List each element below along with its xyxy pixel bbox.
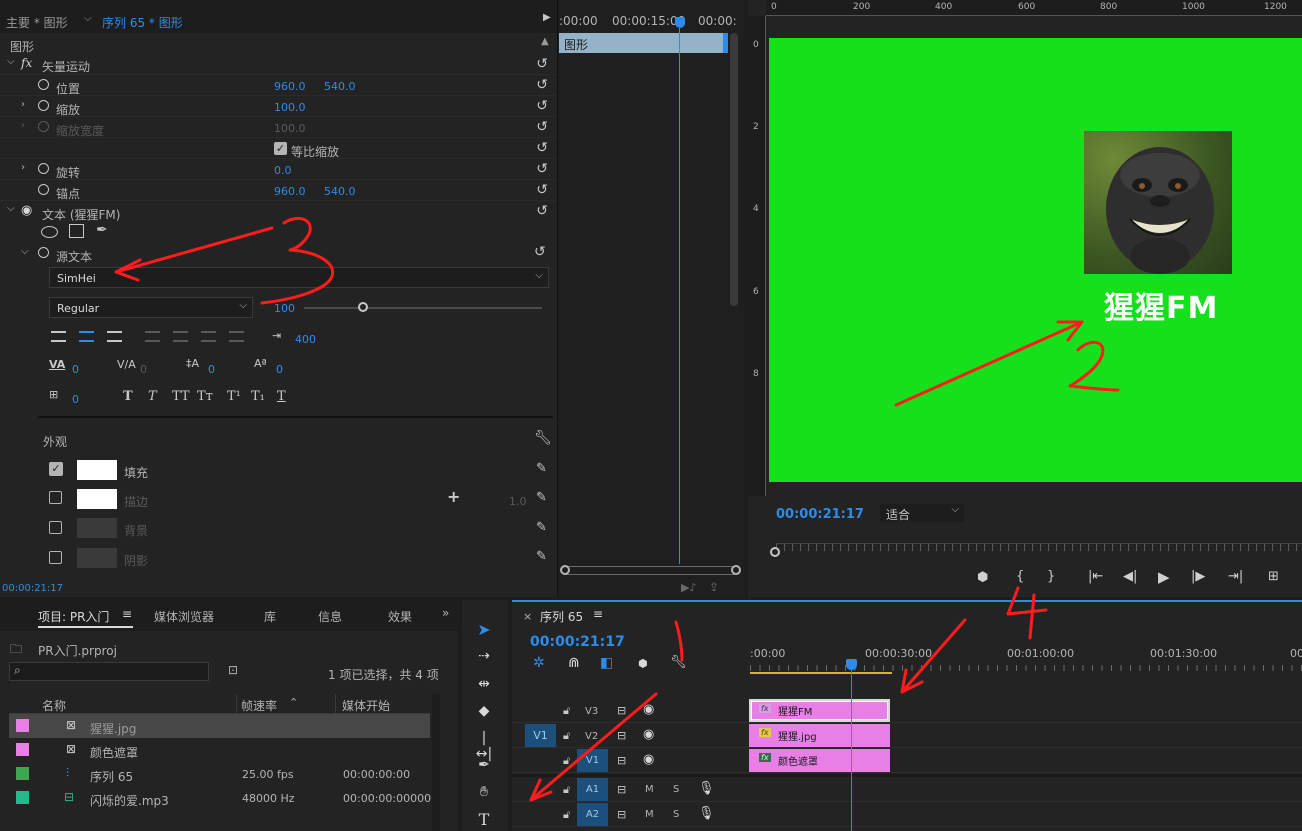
annotation-number-2 bbox=[1068, 340, 1120, 392]
annotation-arrow-1 bbox=[529, 692, 658, 802]
annotation-number-4 bbox=[1006, 586, 1048, 640]
annotation-number-3 bbox=[260, 217, 334, 305]
annotation-arrow-2 bbox=[894, 320, 1084, 407]
annotation-arrow-4 bbox=[900, 618, 967, 694]
annotation-arrow-3 bbox=[114, 226, 274, 282]
annotation-number-1 bbox=[674, 620, 684, 662]
annotation-overlay bbox=[114, 217, 1120, 802]
